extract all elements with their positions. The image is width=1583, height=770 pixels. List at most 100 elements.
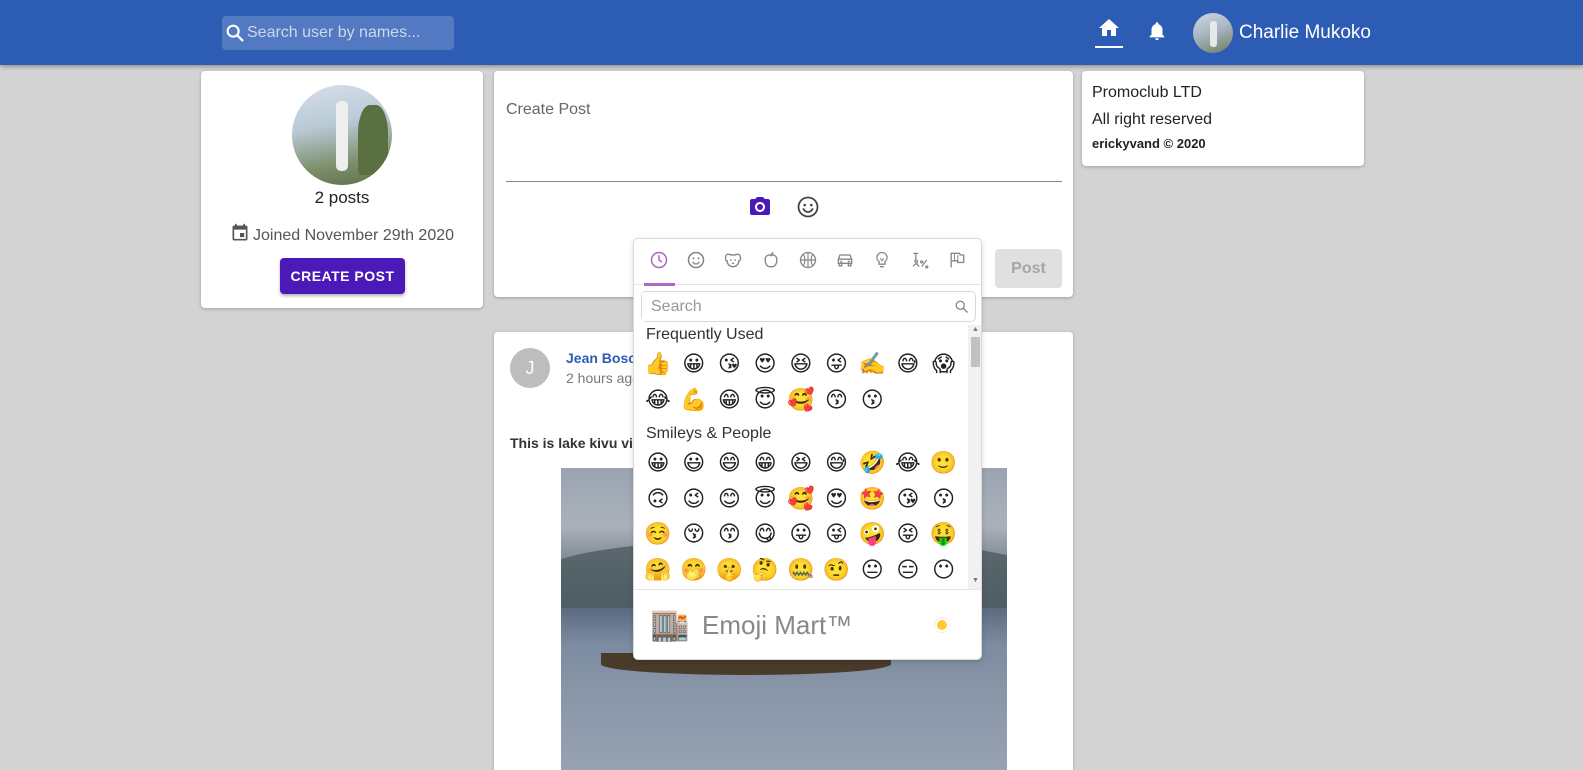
basketball-icon [798, 250, 818, 275]
company-name: Promoclub LTD [1092, 84, 1202, 101]
input-underline [506, 181, 1062, 182]
emoji-item[interactable]: 😙 [819, 383, 855, 419]
category-objects[interactable] [864, 239, 901, 285]
emoji-item[interactable]: 😇 [747, 383, 783, 419]
emoji-item[interactable]: 😄 [711, 446, 747, 482]
emoji-item[interactable]: ✍️ [854, 347, 890, 383]
rights-text: All right reserved [1092, 111, 1213, 128]
emoji-item[interactable]: 🙃 [640, 482, 676, 518]
category-symbols[interactable] [901, 239, 938, 285]
emoji-item[interactable]: 😗 [854, 383, 890, 419]
emoji-item[interactable]: 😆 [783, 446, 819, 482]
emoji-item[interactable]: 🤨 [819, 553, 855, 589]
emoji-button-icon[interactable] [796, 195, 820, 224]
home-icon [1097, 16, 1121, 46]
emoji-item[interactable]: 😱 [926, 347, 962, 383]
search-icon [222, 22, 247, 44]
smiley-icon [686, 250, 706, 275]
emoji-item[interactable]: 😀 [640, 446, 676, 482]
emoji-search-input[interactable] [642, 292, 947, 321]
emoji-item[interactable]: 😙 [711, 517, 747, 553]
post-button[interactable]: Post [995, 249, 1062, 288]
emoji-item[interactable]: 🤫 [711, 553, 747, 589]
category-travel[interactable] [826, 239, 863, 285]
emoji-item[interactable]: 😆 [783, 347, 819, 383]
emoji-item[interactable]: 😅 [819, 446, 855, 482]
preview-title: Emoji Mart™ [702, 610, 853, 640]
emoji-item[interactable]: ☺️ [640, 517, 676, 553]
camera-icon[interactable] [748, 195, 772, 224]
category-smileys[interactable] [677, 239, 714, 285]
category-activity[interactable] [789, 239, 826, 285]
emoji-item[interactable]: 😀 [676, 347, 712, 383]
emoji-item[interactable]: 😅 [890, 347, 926, 383]
search-input[interactable] [247, 24, 454, 42]
section-title-frequent: Frequently Used [646, 326, 764, 343]
lightbulb-icon [872, 250, 892, 275]
emoji-item[interactable]: 😑 [890, 553, 926, 589]
emoji-item[interactable]: 😘 [711, 347, 747, 383]
post-caption: This is lake kivu view [510, 435, 652, 451]
emoji-item[interactable]: 👍 [640, 347, 676, 383]
dog-icon [723, 250, 743, 275]
category-food[interactable] [752, 239, 789, 285]
emoji-item[interactable]: 😘 [890, 482, 926, 518]
emoji-item[interactable]: 😁 [711, 383, 747, 419]
scrollbar-thumb[interactable] [971, 337, 980, 367]
emoji-scroll-area[interactable]: Frequently Used Smileys & People 👍 😀 😘 😍 😆 😜 ✍… [634, 325, 981, 589]
emoji-item[interactable]: 😍 [819, 482, 855, 518]
emoji-item[interactable]: 🙂 [926, 446, 962, 482]
user-menu[interactable]: Charlie Mukoko [1193, 13, 1371, 53]
category-flags[interactable] [938, 239, 975, 285]
flag-icon [947, 250, 967, 275]
emoji-category-bar [634, 239, 981, 286]
emoji-item[interactable]: 😝 [890, 517, 926, 553]
apple-icon [761, 250, 781, 275]
emoji-item[interactable]: 🥰 [783, 383, 819, 419]
emoji-item[interactable]: 😉 [676, 482, 712, 518]
info-card: Promoclub LTD All right reserved erickyv… [1082, 71, 1364, 166]
emoji-item[interactable]: 😜 [819, 517, 855, 553]
category-animals[interactable] [715, 239, 752, 285]
emoji-item[interactable]: 😶 [926, 553, 962, 589]
emoji-item[interactable]: 😚 [676, 517, 712, 553]
profile-avatar [292, 85, 392, 185]
emoji-item[interactable]: 😛 [783, 517, 819, 553]
emoji-item[interactable]: 😋 [747, 517, 783, 553]
emoji-item[interactable]: 😜 [819, 347, 855, 383]
emoji-item[interactable]: 🤔 [747, 553, 783, 589]
category-frequent[interactable] [640, 239, 677, 286]
emoji-item[interactable]: 🤐 [783, 553, 819, 589]
emoji-item[interactable]: 😂 [640, 383, 676, 419]
scroll-up-arrow[interactable]: ▲ [971, 326, 980, 333]
joined-text: Joined November 29th 2020 [252, 226, 455, 244]
section-title-smileys: Smileys & People [646, 425, 772, 442]
emoji-item[interactable]: 🥰 [783, 482, 819, 518]
copyright-text: erickyvand © 2020 [1092, 136, 1206, 151]
emoji-item[interactable]: 😊 [711, 482, 747, 518]
notifications-button[interactable] [1144, 20, 1170, 46]
emoji-item[interactable]: 🤗 [640, 553, 676, 589]
create-post-input[interactable]: Create Post [506, 101, 590, 119]
emoji-item[interactable]: 😁 [747, 446, 783, 482]
emoji-search[interactable] [641, 291, 976, 322]
emoji-item[interactable]: 🤭 [676, 553, 712, 589]
emoji-item[interactable]: 🤑 [926, 517, 962, 553]
home-button[interactable] [1095, 16, 1123, 48]
user-search[interactable] [222, 16, 454, 50]
emoji-item[interactable]: 😂 [890, 446, 926, 482]
emoji-item[interactable]: 😍 [747, 347, 783, 383]
emoji-item[interactable]: 😗 [926, 482, 962, 518]
emoji-item[interactable]: 💪 [676, 383, 712, 419]
emoji-item[interactable]: 😐 [854, 553, 890, 589]
user-name: Charlie Mukoko [1239, 22, 1371, 43]
emoji-item[interactable]: 🤪 [854, 517, 890, 553]
scroll-down-arrow[interactable]: ▼ [971, 577, 980, 584]
emoji-item[interactable]: 🤣 [854, 446, 890, 482]
profile-card: 2 posts Joined November 29th 2020 CREATE… [201, 71, 483, 308]
emoji-item[interactable]: 🤩 [854, 482, 890, 518]
create-post-button[interactable]: CREATE POST [280, 258, 405, 294]
emoji-item[interactable]: 😇 [747, 482, 783, 518]
skin-tone-selector[interactable] [934, 617, 950, 633]
emoji-item[interactable]: 😃 [676, 446, 712, 482]
